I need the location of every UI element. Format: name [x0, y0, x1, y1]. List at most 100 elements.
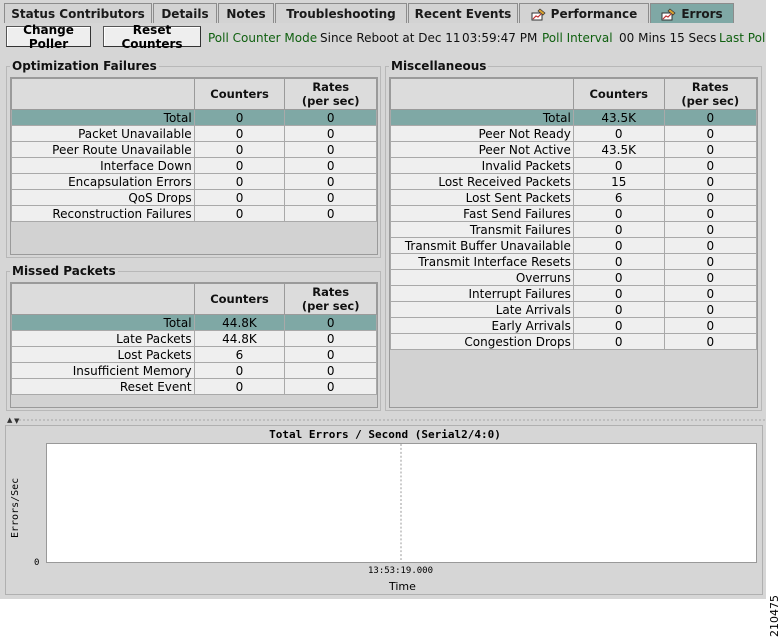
counter-value: 0 [572, 269, 665, 286]
tab-errors[interactable]: Errors [650, 3, 734, 23]
table-row[interactable]: Peer Route Unavailable 0 0 [11, 141, 377, 158]
table-row[interactable]: Insufficient Memory 0 0 [11, 362, 377, 379]
counter-value: 0 [572, 125, 665, 142]
table-row[interactable]: Overruns 0 0 [390, 269, 757, 286]
row-label: Packet Unavailable [11, 125, 195, 142]
toolbar: Change Poller Reset Counters Poll Counte… [0, 23, 766, 52]
table-row[interactable]: Lost Received Packets 15 0 [390, 173, 757, 190]
rates-label-line2: (per sec) [301, 299, 360, 313]
table-row[interactable]: Transmit Buffer Unavailable 0 0 [390, 237, 757, 254]
counters-column-header[interactable]: Counters [193, 78, 286, 110]
table-row[interactable]: Early Arrivals 0 0 [390, 317, 757, 334]
rate-value: 0 [663, 333, 757, 350]
chart-tool-icon [531, 8, 546, 20]
rates-column-header[interactable]: Rates (per sec) [663, 78, 757, 110]
expand-up-arrow-icon[interactable]: ▲ [7, 417, 12, 424]
row-label: Transmit Interface Resets [390, 253, 574, 270]
table-row[interactable]: Late Packets 44.8K 0 [11, 330, 377, 347]
tab-troubleshooting[interactable]: Troubleshooting [275, 3, 407, 23]
counter-value: 0 [572, 253, 665, 270]
table-row[interactable]: Late Arrivals 0 0 [390, 301, 757, 318]
poll-counter-mode-value: Since Reboot at Dec 11 [320, 31, 461, 45]
table-row-total[interactable]: Total 0 0 [11, 109, 377, 126]
errors-view: Status Contributors Details Notes Troubl… [0, 0, 766, 599]
tab-notes[interactable]: Notes [218, 3, 274, 23]
rates-label-line2: (per sec) [681, 94, 740, 108]
rate-value: 0 [284, 378, 377, 395]
row-header-corner [11, 78, 195, 110]
rate-value: 0 [663, 125, 757, 142]
row-label: Late Arrivals [390, 301, 574, 318]
rate-value: 0 [284, 362, 377, 379]
table-row[interactable]: Reconstruction Failures 0 0 [11, 205, 377, 222]
table-row[interactable]: Transmit Interface Resets 0 0 [390, 253, 757, 270]
chart-x-tick: 13:53:19.000 [368, 566, 434, 576]
chart-plot-area[interactable] [46, 443, 757, 563]
table-row[interactable]: Reset Event 0 0 [11, 378, 377, 395]
counter-value: 44.8K [193, 330, 286, 347]
table-row[interactable]: Invalid Packets 0 0 [390, 157, 757, 174]
counter-value: 0 [193, 189, 286, 206]
rate-value: 0 [663, 317, 757, 334]
tab-recent-events[interactable]: Recent Events [408, 3, 518, 23]
row-label: Lost Sent Packets [390, 189, 574, 206]
chart-x-axis-label: Time [389, 580, 416, 593]
divider-grip [18, 419, 766, 421]
optimization-failures-table-container[interactable]: Counters Rates (per sec) Total 0 0 Packet U… [10, 77, 378, 255]
rates-column-header[interactable]: Rates (per sec) [284, 78, 377, 110]
tab-label: Troubleshooting [286, 6, 396, 21]
table-row[interactable]: Lost Packets 6 0 [11, 346, 377, 363]
split-pane-divider[interactable]: ▲ ▼ [0, 416, 766, 425]
table-row[interactable]: Packet Unavailable 0 0 [11, 125, 377, 142]
table-row-total[interactable]: Total 43.5K 0 [390, 109, 757, 126]
counters-column-header[interactable]: Counters [572, 78, 665, 110]
row-label: Transmit Buffer Unavailable [390, 237, 574, 254]
miscellaneous-table-container[interactable]: Counters Rates (per sec) Total 43.5K 0 Peer… [389, 77, 758, 408]
counter-value: 0 [572, 157, 665, 174]
rate-value: 0 [663, 269, 757, 286]
tab-label: Performance [550, 6, 638, 21]
tab-status-contributors[interactable]: Status Contributors [4, 3, 152, 23]
tab-details[interactable]: Details [153, 3, 217, 23]
table-row[interactable]: Peer Not Ready 0 0 [390, 125, 757, 142]
table-row[interactable]: Fast Send Failures 0 0 [390, 205, 757, 222]
counters-column-header[interactable]: Counters [193, 283, 286, 315]
rate-value: 0 [663, 109, 757, 126]
rate-value: 0 [663, 173, 757, 190]
row-label: Encapsulation Errors [11, 173, 195, 190]
reset-counters-button[interactable]: Reset Counters [103, 23, 201, 51]
table-row[interactable]: Transmit Failures 0 0 [390, 221, 757, 238]
counter-value: 0 [572, 285, 665, 302]
tab-performance[interactable]: Performance [519, 3, 649, 23]
row-label: Reset Event [11, 378, 195, 395]
counter-value: 0 [193, 157, 286, 174]
table-row[interactable]: Interrupt Failures 0 0 [390, 285, 757, 302]
table-row[interactable]: Lost Sent Packets 6 0 [390, 189, 757, 206]
table-row[interactable]: Congestion Drops 0 0 [390, 333, 757, 350]
table-row[interactable]: QoS Drops 0 0 [11, 189, 377, 206]
table-row[interactable]: Encapsulation Errors 0 0 [11, 173, 377, 190]
counter-value: 0 [572, 317, 665, 334]
missed-packets-title: Missed Packets [10, 264, 118, 278]
chart-tool-icon [661, 8, 676, 20]
counter-value: 6 [572, 189, 665, 206]
row-label: Transmit Failures [390, 221, 574, 238]
rates-column-header[interactable]: Rates (per sec) [284, 283, 377, 315]
missed-packets-table-container[interactable]: Counters Rates (per sec) Total 44.8K 0 Late… [10, 282, 378, 408]
row-label: Insufficient Memory [11, 362, 195, 379]
rates-label-line1: Rates [312, 285, 350, 299]
table-row[interactable]: Interface Down 0 0 [11, 157, 377, 174]
table-row-total[interactable]: Total 44.8K 0 [11, 314, 377, 331]
rate-value: 0 [284, 125, 377, 142]
change-poller-button[interactable]: Change Poller [6, 23, 91, 51]
table-row[interactable]: Peer Not Active 43.5K 0 [390, 141, 757, 158]
rate-value: 0 [284, 314, 377, 331]
rate-value: 0 [663, 253, 757, 270]
tab-label: Errors [681, 6, 723, 21]
counter-value: 0 [572, 301, 665, 318]
rate-value: 0 [284, 346, 377, 363]
errors-chart: Total Errors / Second (Serial2/4:0) Erro… [5, 425, 763, 595]
poll-counter-mode-label: Poll Counter Mode [208, 31, 318, 45]
rate-value: 0 [284, 189, 377, 206]
counter-value: 0 [572, 237, 665, 254]
